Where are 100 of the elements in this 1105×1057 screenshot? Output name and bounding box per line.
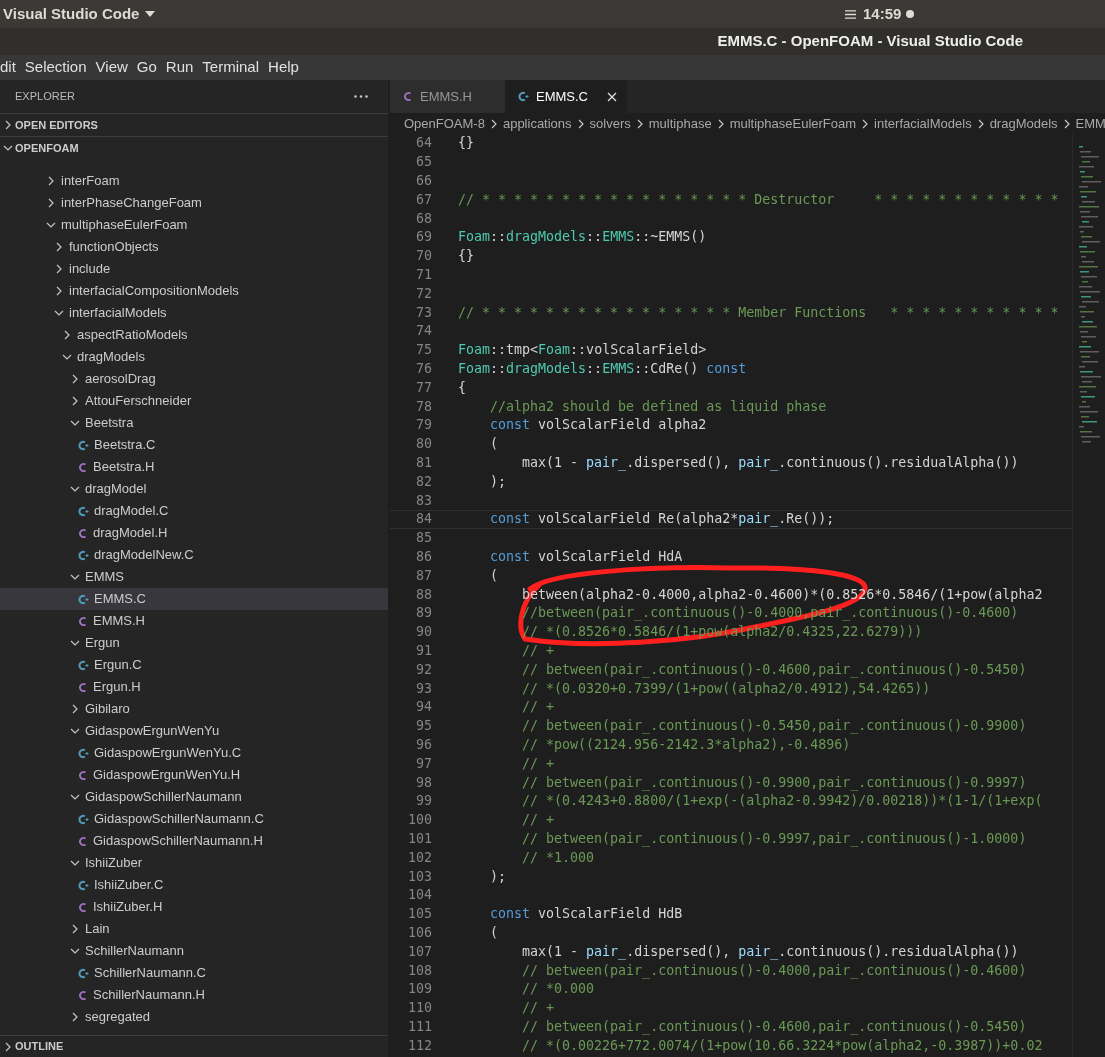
close-icon[interactable] — [607, 91, 617, 102]
folder-item[interactable]: Lain — [0, 918, 388, 940]
section-header[interactable]: OPENFOAM — [0, 136, 388, 159]
cpp-file-icon — [78, 593, 89, 605]
editor-tab[interactable]: EMMS.H — [390, 80, 505, 113]
folder-item[interactable]: interFoam — [0, 170, 388, 192]
menu-item[interactable]: View — [95, 56, 128, 79]
folder-item[interactable]: Gibilaro — [0, 698, 388, 720]
line-number: 98 — [415, 773, 432, 792]
line-number: 92 — [415, 660, 432, 679]
breadcrumb[interactable]: dragModels — [989, 113, 1058, 134]
cpp-file-icon — [78, 659, 89, 671]
caret-icon — [145, 11, 156, 17]
line-number: 110 — [406, 999, 432, 1018]
folder-item[interactable]: multiphaseEulerFoam — [0, 214, 388, 236]
line-number: 111 — [406, 1017, 432, 1036]
breadcrumb[interactable]: EMM — [1075, 113, 1105, 134]
chevron-right-icon — [46, 198, 56, 208]
c-file-icon — [78, 681, 88, 693]
file-item[interactable]: GidaspowSchillerNaumann.H — [0, 830, 388, 852]
menu-item[interactable]: Terminal — [202, 56, 260, 79]
clock[interactable]: 14:59 — [863, 2, 902, 26]
code-line: Foam::tmp<Foam::volScalarField> — [458, 341, 707, 360]
status-dot-icon — [906, 10, 915, 18]
folder-item[interactable]: aerosolDrag — [0, 368, 388, 390]
chevron-right-icon — [70, 396, 80, 406]
menu-item[interactable]: Selection — [24, 56, 87, 79]
folder-item[interactable]: IshiiZuber — [0, 852, 388, 874]
breadcrumb[interactable]: OpenFOAM-8 — [404, 113, 485, 134]
chevron-right-icon — [54, 286, 64, 296]
folder-item[interactable]: GidaspowSchillerNaumann — [0, 786, 388, 808]
line-number: 97 — [415, 754, 432, 773]
section-header[interactable]: OUTLINE — [0, 1035, 388, 1057]
chevron-right-icon — [70, 374, 80, 384]
file-item[interactable]: IshiiZuber.H — [0, 896, 388, 918]
line-number: 105 — [406, 905, 432, 924]
file-item[interactable]: GidaspowSchillerNaumann.C — [0, 808, 388, 830]
line-number: 85 — [415, 529, 432, 548]
file-item[interactable]: Ergun.C — [0, 654, 388, 676]
code-line: // between(pair_.continuous()-0.9900,pair_.continuous()-0.9997) — [521, 773, 1027, 793]
file-item[interactable]: Beetstra.H — [0, 456, 388, 478]
code-line: // * * * * * * * * * * * * * * * * Member Functions * * * * * * * * * * * — [458, 303, 1059, 322]
folder-item[interactable]: interPhaseChangeFoam — [0, 192, 388, 214]
folder-item[interactable]: Beetstra — [0, 412, 388, 434]
menu-item[interactable]: dit — [0, 56, 16, 79]
breadcrumb[interactable]: interfacialModels — [874, 113, 972, 134]
cpp-file-icon — [78, 439, 89, 451]
folder-item[interactable]: dragModels — [0, 346, 388, 368]
line-number: 109 — [406, 980, 432, 999]
folder-item[interactable]: GidaspowErgunWenYu — [0, 720, 388, 742]
breadcrumb[interactable]: applications — [502, 113, 572, 134]
breadcrumb[interactable]: multiphase — [648, 113, 712, 134]
code-line: // *(0.4243+0.8800/(1+exp(-(alpha2-0.9942)/0.00218))*(1-1/(1+exp( — [521, 792, 1043, 811]
folder-item[interactable]: dragModel — [0, 478, 388, 500]
line-number: 83 — [415, 491, 432, 510]
file-item[interactable]: Ergun.H — [0, 676, 388, 698]
code-line: // + — [521, 698, 555, 717]
file-item[interactable]: dragModel.C — [0, 500, 388, 522]
line-number: 76 — [415, 360, 432, 378]
folder-item[interactable]: SchillerNaumann — [0, 940, 388, 962]
file-item[interactable]: dragModelNew.C — [0, 544, 388, 566]
file-item[interactable]: SchillerNaumann.C — [0, 962, 388, 984]
folder-item[interactable]: Ergun — [0, 632, 388, 654]
menu-item[interactable]: Run — [165, 56, 194, 79]
file-item[interactable]: EMMS.H — [0, 610, 388, 632]
line-number: 96 — [415, 735, 432, 754]
file-item[interactable]: dragModel.H — [0, 522, 388, 544]
menu-icon[interactable] — [845, 8, 856, 20]
folder-item[interactable]: EMMS — [0, 566, 388, 588]
folder-item[interactable]: include — [0, 258, 388, 280]
code-line: ( — [489, 435, 499, 454]
line-number: 78 — [415, 397, 432, 416]
file-item[interactable]: SchillerNaumann.H — [0, 984, 388, 1006]
folder-item[interactable]: segregated — [0, 1006, 388, 1028]
file-item[interactable]: Beetstra.C — [0, 434, 388, 456]
menu-item[interactable]: Help — [268, 56, 299, 79]
menu-item[interactable]: Go — [136, 56, 157, 79]
code-line: // *0.000 — [521, 980, 595, 999]
breadcrumb[interactable]: multiphaseEulerFoam — [729, 113, 857, 134]
folder-item[interactable]: interfacialCompositionModels — [0, 280, 388, 302]
folder-item[interactable]: interfacialModels — [0, 302, 388, 324]
file-item[interactable]: GidaspowErgunWenYu.H — [0, 764, 388, 786]
code-line: // *1.000 — [521, 848, 595, 867]
section-header[interactable]: OPEN EDITORS — [0, 113, 388, 136]
line-number: 84 — [415, 510, 432, 529]
line-number: 64 — [415, 134, 432, 153]
code-line: ( — [489, 923, 499, 942]
app-menu[interactable]: Visual Studio Code — [0, 2, 845, 26]
folder-item[interactable]: AttouFerschneider — [0, 390, 388, 412]
folder-item[interactable]: aspectRatioModels — [0, 324, 388, 346]
chevron-down-icon — [62, 352, 72, 362]
breadcrumb[interactable]: solvers — [589, 113, 631, 134]
file-item[interactable]: GidaspowErgunWenYu.C — [0, 742, 388, 764]
more-icon[interactable] — [354, 95, 368, 98]
cpp-file-icon — [78, 549, 89, 561]
file-item[interactable]: IshiiZuber.C — [0, 874, 388, 896]
file-item[interactable]: EMMS.C — [0, 588, 388, 610]
folder-item[interactable]: functionObjects — [0, 236, 388, 258]
chevron-down-icon — [70, 638, 80, 648]
editor-tab[interactable]: EMMS.C — [505, 80, 627, 113]
